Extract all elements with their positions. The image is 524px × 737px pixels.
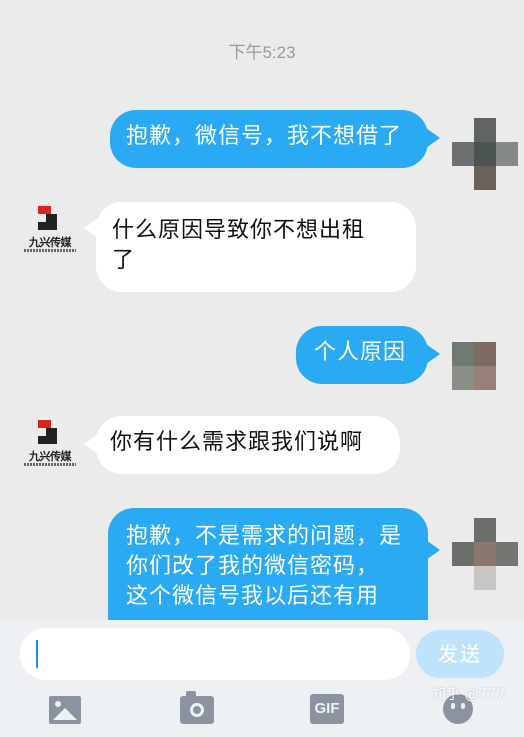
message-line: 了 [112, 248, 136, 273]
message-input[interactable] [20, 628, 410, 680]
send-button[interactable]: 发送 [416, 630, 504, 678]
my-avatar[interactable] [452, 518, 518, 590]
text-caret [36, 640, 38, 668]
message-bubble-incoming[interactable]: 你有什么需求跟我们说啊 [96, 416, 400, 474]
message-line: 抱歉，不是需求的问题，是 [126, 524, 403, 549]
message-text: 你有什么需求跟我们说啊 [110, 430, 364, 455]
message-bubble-outgoing[interactable]: 抱歉，微信号，我不想借了 [110, 110, 428, 168]
company-subtitle-line [24, 249, 76, 252]
my-avatar[interactable] [452, 342, 516, 414]
message-line: 你们改了我的微信密码， [126, 554, 380, 579]
chat-history[interactable]: 下午5:23 抱歉，微信号，我不想借了 九兴传媒 什么原因导致你不想出租 了 个… [0, 0, 524, 620]
camera-icon[interactable] [180, 691, 214, 724]
message-line: 什么原因导致你不想出租 [112, 218, 366, 243]
bubble-tail [426, 128, 440, 148]
company-subtitle-line [24, 463, 76, 466]
company-avatar[interactable]: 九兴传媒 [24, 418, 76, 474]
company-name: 九兴传媒 [29, 236, 72, 249]
company-logo-icon [38, 420, 58, 444]
message-bubble-outgoing[interactable]: 抱歉，不是需求的问题，是 你们改了我的微信密码， 这个微信号我以后还有用 [108, 508, 428, 620]
image-icon[interactable] [49, 696, 81, 724]
message-bubble-outgoing[interactable]: 个人原因 [296, 326, 428, 384]
bubble-tail [426, 540, 440, 560]
watermark: 知乎 @777 [432, 687, 506, 703]
message-line: 这个微信号我以后还有用 [126, 584, 380, 609]
message-timestamp: 下午5:23 [228, 43, 296, 62]
company-logo-icon [38, 206, 58, 230]
bubble-tail [426, 344, 440, 364]
message-bubble-incoming[interactable]: 什么原因导致你不想出租 了 [96, 202, 416, 292]
company-avatar[interactable]: 九兴传媒 [24, 204, 76, 260]
company-name: 九兴传媒 [29, 450, 72, 463]
message-text: 抱歉，微信号，我不想借了 [126, 124, 403, 149]
input-bar: 发送 GIF [0, 620, 524, 737]
my-avatar[interactable] [452, 118, 518, 190]
message-text: 个人原因 [314, 340, 407, 365]
gif-icon[interactable]: GIF [310, 694, 344, 724]
